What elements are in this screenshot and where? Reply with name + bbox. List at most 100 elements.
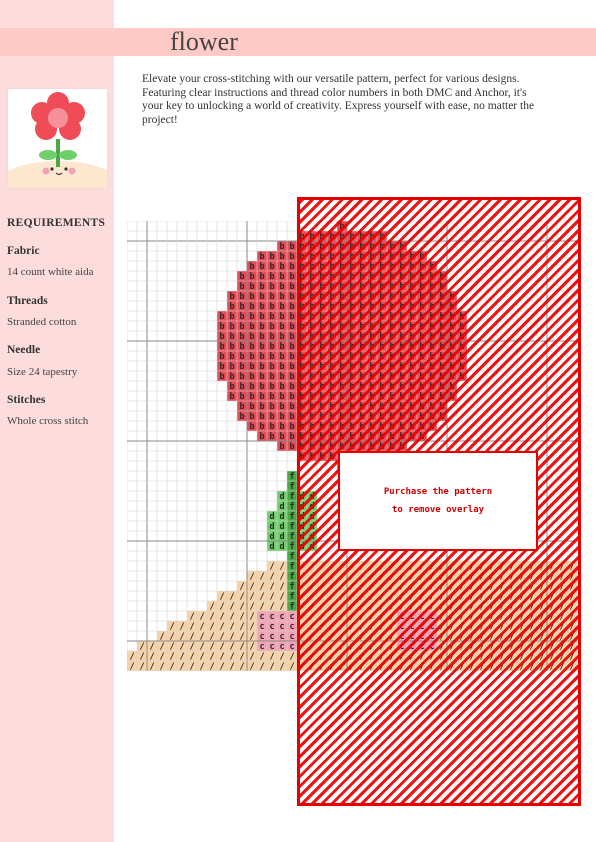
stitch-symbol: b xyxy=(259,402,264,412)
stitch-symbol: b xyxy=(289,422,294,432)
stitch-symbol: b xyxy=(279,322,284,332)
threads-label: Threads xyxy=(7,295,48,307)
stitch-symbol: / xyxy=(219,612,224,622)
stitch-symbol: / xyxy=(249,602,254,612)
stitch-symbol: / xyxy=(169,652,174,662)
stitch-symbol: d xyxy=(269,542,274,552)
pattern-description: Elevate your cross-stitching with our ve… xyxy=(142,73,535,126)
needle-label: Needle xyxy=(7,344,41,356)
stitch-symbol: b xyxy=(219,312,224,322)
stitch-symbol: / xyxy=(209,622,214,632)
stitch-symbol: b xyxy=(259,342,264,352)
stitch-symbol: / xyxy=(259,572,264,582)
stitch-symbol: / xyxy=(269,592,274,602)
stitch-symbol: b xyxy=(279,342,284,352)
stitch-symbol: b xyxy=(279,242,284,252)
stitch-symbol: b xyxy=(239,352,244,362)
stitch-symbol: b xyxy=(239,312,244,322)
stitch-symbol: b xyxy=(289,242,294,252)
stitch-symbol: / xyxy=(209,652,214,662)
stitch-symbol: / xyxy=(259,652,264,662)
stitch-symbol: b xyxy=(279,252,284,262)
stitch-symbol: b xyxy=(279,372,284,382)
stitch-symbol: f xyxy=(289,522,294,532)
stitch-symbol: / xyxy=(209,612,214,622)
stitch-symbol: c xyxy=(279,622,284,632)
stitch-symbol: / xyxy=(239,592,244,602)
stitch-symbol: f xyxy=(289,492,294,502)
stitch-symbol: / xyxy=(129,652,134,662)
stitch-symbol: / xyxy=(239,642,244,652)
requirements-heading: REQUIREMENTS xyxy=(7,217,106,229)
stitch-symbol: b xyxy=(279,422,284,432)
stitch-symbol: b xyxy=(249,372,254,382)
stitch-symbol: c xyxy=(279,642,284,652)
stitch-symbol: b xyxy=(269,392,274,402)
stitch-symbol: / xyxy=(239,602,244,612)
stitch-symbol: b xyxy=(279,292,284,302)
stitch-symbol: / xyxy=(279,662,284,671)
stitch-symbol: b xyxy=(289,372,294,382)
stitch-symbol: / xyxy=(159,652,164,662)
stitch-symbol: b xyxy=(289,342,294,352)
stitch-symbol: / xyxy=(149,652,154,662)
stitch-symbol: b xyxy=(269,262,274,272)
stitch-symbol: / xyxy=(239,582,244,592)
stitch-symbol: b xyxy=(269,372,274,382)
stitch-symbol: / xyxy=(239,612,244,622)
stitch-symbol: / xyxy=(199,662,204,671)
stitch-symbol: / xyxy=(259,602,264,612)
stitch-symbol: / xyxy=(269,602,274,612)
stitch-symbol: / xyxy=(189,652,194,662)
stitch-symbol: / xyxy=(229,602,234,612)
stitch-symbol: b xyxy=(269,292,274,302)
stitch-symbol: b xyxy=(239,272,244,282)
stitch-symbol: / xyxy=(249,572,254,582)
stitch-symbol: / xyxy=(279,592,284,602)
stitch-symbol: / xyxy=(219,652,224,662)
flower-thumbnail-image xyxy=(7,88,108,189)
stitch-symbol: b xyxy=(269,422,274,432)
stitch-symbol: f xyxy=(289,572,294,582)
stitch-symbol: b xyxy=(269,412,274,422)
stitch-symbol: b xyxy=(239,362,244,372)
stitch-symbol: / xyxy=(139,652,144,662)
stitch-symbol: b xyxy=(259,322,264,332)
stitch-symbol: / xyxy=(289,662,294,671)
stitch-symbol: / xyxy=(279,652,284,662)
stitch-symbol: b xyxy=(229,292,234,302)
stitch-symbol: b xyxy=(279,402,284,412)
stitch-symbol: b xyxy=(249,362,254,372)
stitch-symbol: b xyxy=(289,292,294,302)
stitch-symbol: b xyxy=(219,362,224,372)
stitch-symbol: / xyxy=(249,622,254,632)
stitch-symbol: b xyxy=(259,412,264,422)
stitch-symbol: b xyxy=(279,362,284,372)
threads-value: Stranded cotton xyxy=(7,316,77,328)
stitch-symbol: b xyxy=(279,272,284,282)
stitch-symbol: / xyxy=(229,642,234,652)
fabric-label: Fabric xyxy=(7,245,40,257)
stitch-symbol: / xyxy=(249,612,254,622)
stitch-symbol: b xyxy=(259,422,264,432)
stitch-symbol: b xyxy=(249,402,254,412)
stitch-symbol: b xyxy=(239,392,244,402)
stitch-symbol: f xyxy=(289,512,294,522)
stitch-symbol: b xyxy=(259,252,264,262)
stitch-symbol: b xyxy=(259,312,264,322)
stitch-symbol: c xyxy=(259,642,264,652)
stitch-symbol: / xyxy=(139,662,144,671)
stitch-symbol: d xyxy=(269,522,274,532)
stitch-symbol: / xyxy=(259,582,264,592)
stitch-symbol: / xyxy=(229,612,234,622)
stitch-symbol: b xyxy=(259,362,264,372)
stitch-symbol: b xyxy=(249,262,254,272)
stitch-symbol: b xyxy=(269,322,274,332)
stitch-symbol: b xyxy=(289,382,294,392)
stitch-symbol: c xyxy=(269,622,274,632)
stitch-symbol: b xyxy=(259,352,264,362)
stitch-symbol: b xyxy=(289,272,294,282)
stitch-symbol: b xyxy=(249,392,254,402)
stitch-symbol: b xyxy=(289,262,294,272)
stitch-symbol: b xyxy=(269,352,274,362)
